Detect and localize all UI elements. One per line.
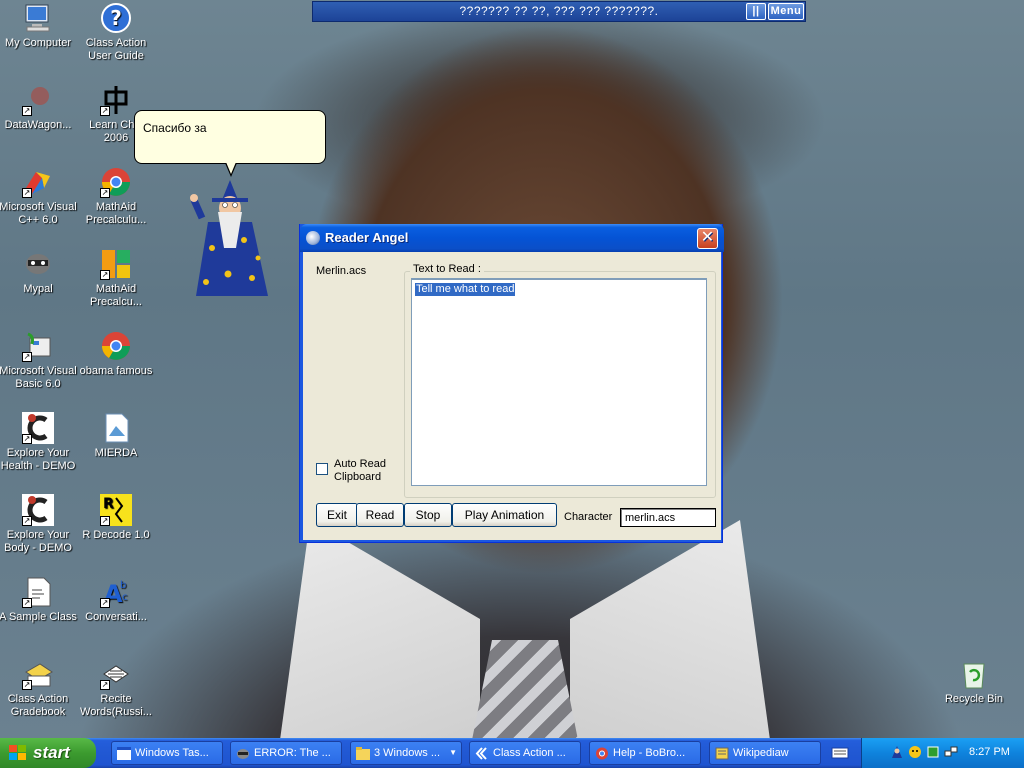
checkbox-box[interactable]: [316, 463, 328, 475]
chrome-icon: [596, 747, 608, 760]
desktop-icon-mathaid-1[interactable]: ↗ MathAid Precalculu...: [76, 166, 156, 227]
desktop-icon-explore-health[interactable]: ↗ Explore Your Health - DEMO: [0, 412, 78, 473]
visual-basic-icon: ↗: [22, 330, 54, 362]
desktop-icon-mypal[interactable]: Mypal: [0, 248, 78, 296]
green-square-icon[interactable]: [926, 745, 940, 759]
banner-text: ??????? ?? ??, ??? ??? ???????.: [459, 4, 659, 18]
desktop-icon-explore-body[interactable]: ↗ Explore Your Body - DEMO: [0, 494, 78, 555]
svg-text:c: c: [122, 592, 128, 603]
desktop-icon-obama-famous[interactable]: obama famous: [76, 330, 156, 378]
app-icon: [306, 231, 320, 245]
svg-text:b: b: [120, 580, 126, 591]
read-button[interactable]: Read: [356, 503, 404, 527]
desktop-icon-mathaid-2[interactable]: ↗ MathAid Precalcu...: [76, 248, 156, 309]
image-file-icon: [100, 412, 132, 444]
reader-angel-window[interactable]: Reader Angel ✕ Merlin.acs Text to Read :…: [299, 224, 724, 543]
folder-icon: [356, 747, 370, 760]
start-button[interactable]: start: [0, 738, 96, 768]
taskbar-button-windows-group[interactable]: 3 Windows ... ▼: [350, 741, 462, 765]
balloon-tail-fill: [226, 162, 236, 174]
exit-button[interactable]: Exit: [316, 503, 358, 527]
recite-words-icon: ↗: [100, 658, 132, 690]
taskbar: start Windows Tas... ERROR: The ... 3 Wi…: [0, 738, 1024, 768]
window-icon: [117, 747, 131, 760]
desktop-icon-recycle-bin[interactable]: Recycle Bin: [934, 658, 1014, 706]
rdecode-icon: R ↗: [100, 494, 132, 526]
system-tray: 8:27 PM: [861, 738, 1024, 768]
window-titlebar[interactable]: Reader Angel ✕: [300, 224, 724, 252]
chevron-down-icon: ▼: [449, 748, 457, 757]
taskbar-button-wikipedia[interactable]: Wikipediaw: [709, 741, 821, 765]
speech-balloon: Спасибо за: [134, 110, 326, 164]
desktop-icon-rdecode[interactable]: R ↗ R Decode 1.0: [76, 494, 156, 542]
clock[interactable]: 8:27 PM: [969, 746, 1010, 758]
play-animation-button[interactable]: Play Animation: [452, 503, 557, 527]
menu-button[interactable]: Menu: [768, 3, 804, 20]
desktop-icon-conversation[interactable]: Abc ↗ Conversati...: [76, 576, 156, 624]
mathaid-icon: ↗: [100, 248, 132, 280]
top-banner: ??????? ?? ??, ??? ??? ???????. || Menu: [312, 1, 806, 22]
sample-class-icon: ↗: [22, 576, 54, 608]
raccoon-icon: [237, 749, 249, 759]
notebook-icon: [715, 747, 729, 760]
desktop-icon-datawagon[interactable]: ↗ DataWagon...: [0, 84, 78, 132]
balloon-text: Спасибо за: [143, 121, 207, 135]
start-label: start: [33, 743, 70, 762]
pause-button[interactable]: ||: [746, 3, 766, 20]
svg-text:R: R: [103, 496, 114, 512]
desktop-icon-class-action-guide[interactable]: ? Class Action User Guide: [76, 2, 156, 63]
chrome-shortcut-icon: ↗: [100, 166, 132, 198]
gradebook-icon: ↗: [22, 658, 54, 690]
desktop-icon-my-computer[interactable]: My Computer: [0, 2, 78, 50]
taskbar-button-windows-task[interactable]: Windows Tas...: [111, 741, 223, 765]
keyboard-icon[interactable]: [831, 745, 849, 761]
smiley-icon[interactable]: [908, 745, 922, 759]
window-body: Merlin.acs Text to Read : Tell me what t…: [303, 252, 721, 540]
help-icon: ?: [100, 2, 132, 34]
class-action-icon: [475, 747, 487, 760]
text-to-read-label: Text to Read :: [410, 263, 484, 275]
close-button[interactable]: ✕: [697, 228, 718, 249]
merlin-tray-icon[interactable]: [890, 745, 904, 759]
explore-body-icon: ↗: [22, 494, 54, 526]
merlin-character[interactable]: [188, 178, 272, 302]
desktop-icon-gradebook[interactable]: ↗ Class Action Gradebook: [0, 658, 78, 719]
desktop-icon-visual-cpp[interactable]: ↗ Microsoft Visual C++ 6.0: [0, 166, 78, 227]
chinese-character-icon: ↗: [100, 84, 132, 116]
windows-flag-icon: [9, 745, 26, 760]
network-icon[interactable]: [944, 745, 958, 759]
desktop-icon-recite-words[interactable]: ↗ Recite Words(Russi...: [76, 658, 156, 719]
my-computer-icon: [22, 2, 54, 34]
datawagon-icon: ↗: [22, 84, 54, 116]
desktop-icon-visual-basic[interactable]: ↗ Microsoft Visual Basic 6.0: [0, 330, 78, 391]
character-label: Character: [564, 511, 613, 523]
raccoon-icon: [22, 248, 54, 280]
text-to-read-input[interactable]: Tell me what to read: [411, 278, 707, 486]
taskbar-button-help-browser[interactable]: Help - BoBro...: [589, 741, 701, 765]
stop-button[interactable]: Stop: [404, 503, 452, 527]
taskbar-button-class-action[interactable]: Class Action ...: [469, 741, 581, 765]
explore-health-icon: ↗: [22, 412, 54, 444]
taskbar-button-error[interactable]: ERROR: The ...: [230, 741, 342, 765]
svg-text:?: ?: [110, 6, 122, 30]
conversation-icon: Abc ↗: [100, 580, 128, 608]
window-title: Reader Angel: [325, 230, 409, 245]
recycle-bin-icon: [958, 658, 990, 690]
desktop-icon-mierda[interactable]: MIERDA: [76, 412, 156, 460]
agent-file-label: Merlin.acs: [316, 265, 367, 277]
visual-cpp-icon: ↗: [22, 166, 54, 198]
auto-read-label: Auto Read Clipboard: [334, 458, 386, 483]
chrome-icon: [100, 330, 132, 362]
selected-text: Tell me what to read: [415, 283, 516, 296]
desktop-icon-sample-class[interactable]: ↗ A Sample Class: [0, 576, 78, 624]
character-input[interactable]: merlin.acs: [620, 508, 716, 527]
